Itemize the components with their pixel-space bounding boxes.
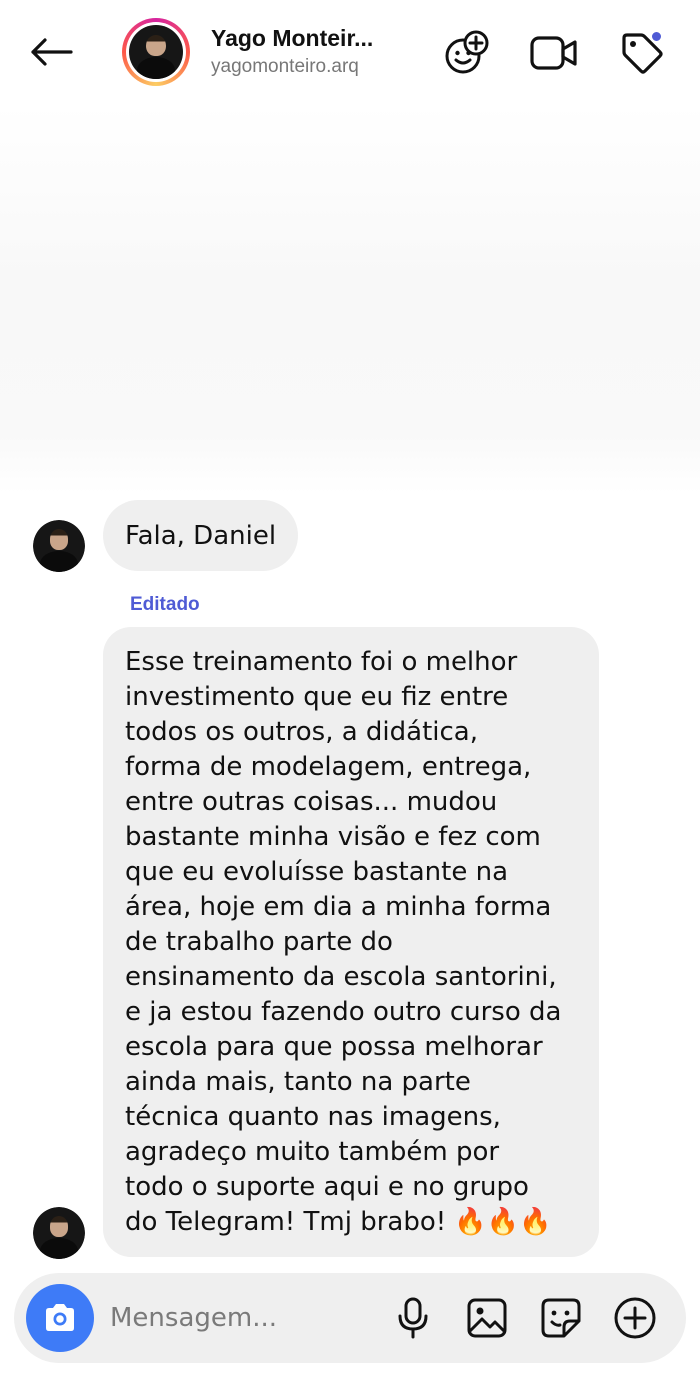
camera-button[interactable] [26,1284,94,1352]
edited-label: Editado [130,594,200,615]
message-line: todo o suporte aqui e no grupo [125,1172,529,1202]
message-line: entre outras coisas... mudou [125,787,498,817]
message-line: escola para que possa melhorar [125,1032,543,1062]
sticker-icon [541,1298,581,1338]
plus-circle-icon [614,1297,656,1339]
sender-avatar[interactable] [33,1207,85,1259]
arrow-left-icon [31,38,73,66]
more-options-button[interactable] [612,1295,658,1341]
message-bubble[interactable]: Esse treinamento foi o melhor investimen… [103,627,599,1257]
message-line: técnica quanto nas imagens, [125,1102,501,1132]
message-line: ainda mais, tanto na parte [125,1067,471,1097]
chat-header: Yago Monteir... yagomonteiro.arq [0,0,700,104]
contact-info[interactable]: Yago Monteir... yagomonteiro.arq [211,24,411,80]
notification-dot [650,30,663,43]
profile-avatar[interactable] [122,18,190,86]
message-line: do Telegram! Tmj brabo! 🔥🔥🔥 [125,1207,552,1237]
message-line: Esse treinamento foi o melhor [125,647,518,677]
microphone-icon [398,1297,428,1339]
message-line: investimento que eu fiz entre [125,682,509,712]
message-composer [14,1273,686,1363]
avatar [33,1207,85,1259]
video-call-button[interactable] [529,28,579,78]
voice-message-button[interactable] [390,1295,436,1341]
message-line: bastante minha visão e fez com [125,822,541,852]
message-input[interactable] [110,1297,370,1339]
message-line: área, hoje em dia a minha forma [125,892,552,922]
gallery-icon [467,1298,507,1338]
message-line: e ja estou fazendo outro curso da [125,997,562,1027]
sticker-button[interactable] [538,1295,584,1341]
avatar [33,520,85,572]
avatar [129,25,183,79]
add-friend-sticker-button[interactable] [442,28,492,78]
add-friend-sticker-icon [445,30,489,74]
sender-avatar[interactable] [33,520,85,572]
tag-button[interactable] [617,28,667,78]
contact-username: yagomonteiro.arq [211,56,359,77]
back-button[interactable] [28,30,74,74]
camera-icon [46,1304,74,1331]
message-line: agradeço muito também por [125,1137,500,1167]
message-line: que eu evoluísse bastante na [125,857,509,887]
message-text: Fala, Daniel [125,521,277,551]
contact-name: Yago Monteir... [211,25,374,51]
video-call-icon [530,36,577,70]
chat-history-area [0,104,700,494]
message-line: forma de modelagem, entrega, [125,752,532,782]
message-bubble[interactable]: Fala, Daniel [103,500,298,571]
message-line: de trabalho parte do [125,927,393,957]
message-line: todos os outros, a didática, [125,717,478,747]
gallery-button[interactable] [464,1295,510,1341]
message-line: ensinamento da escola santorini, [125,962,557,992]
